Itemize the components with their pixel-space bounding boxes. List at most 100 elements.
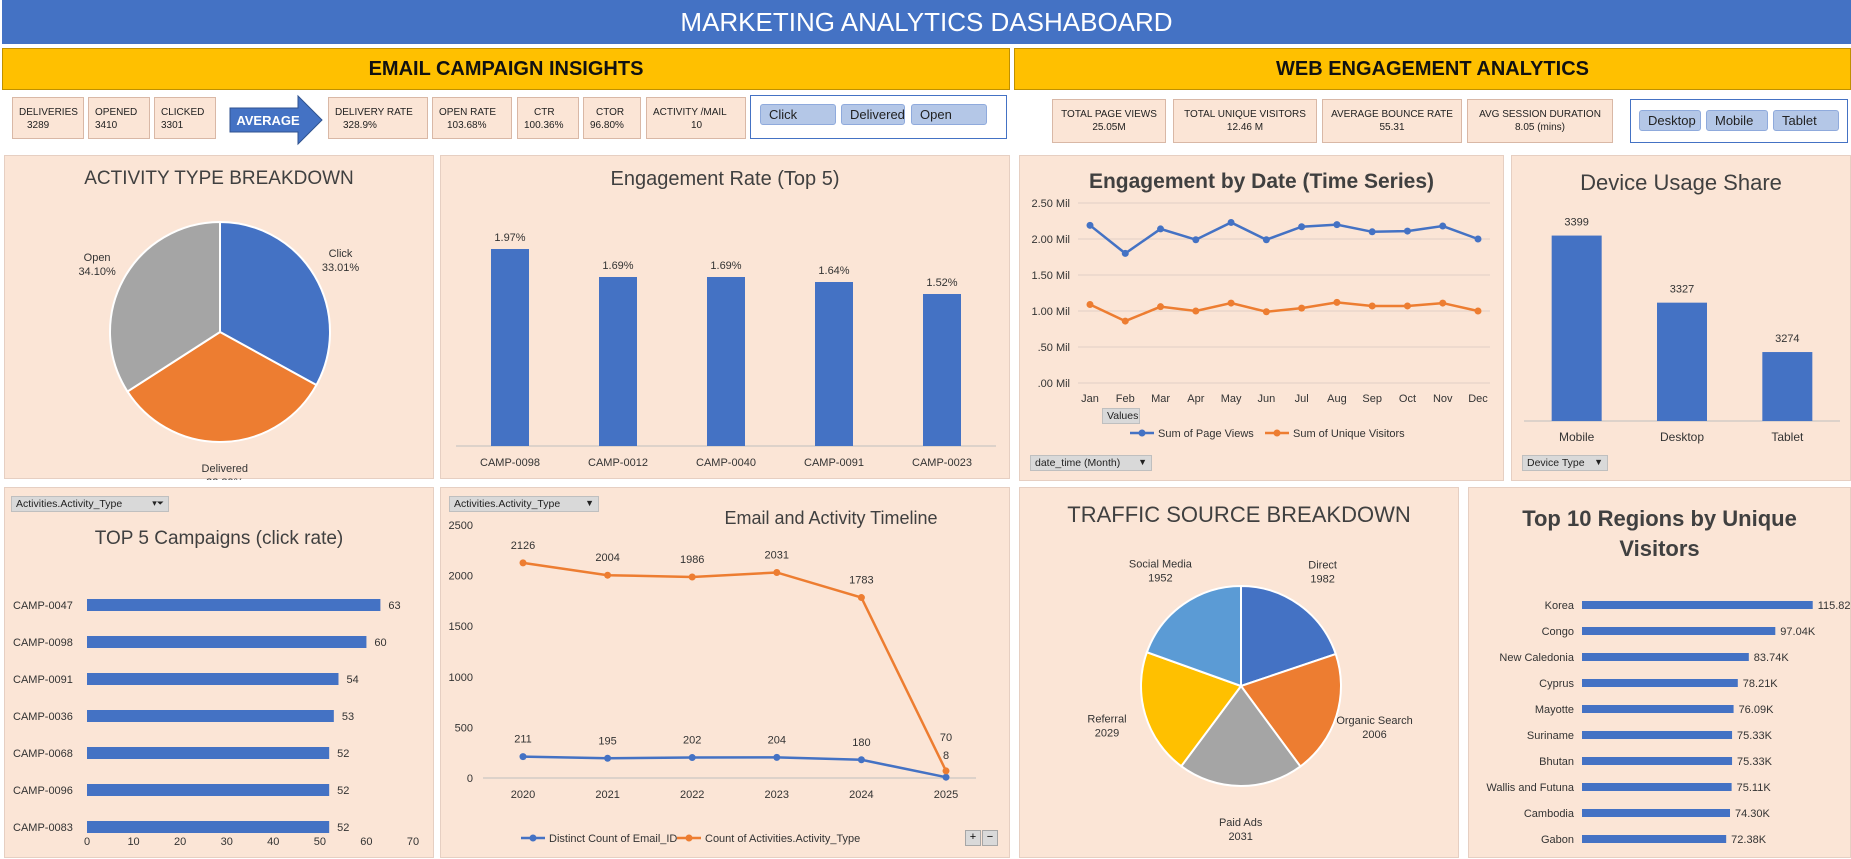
y-tick-label: 500 bbox=[455, 722, 473, 734]
average-label: AVERAGE bbox=[236, 113, 300, 128]
y-tick-label: Congo bbox=[1542, 626, 1574, 638]
bar-desktop bbox=[1657, 302, 1707, 421]
bar-camp-0091 bbox=[815, 282, 853, 446]
data-point bbox=[942, 773, 950, 781]
traffic-source-panel: TRAFFIC SOURCE BREAKDOWN Direct 1982 Organ… bbox=[1019, 487, 1459, 858]
bar-camp-0098 bbox=[87, 636, 367, 648]
y-tick-label: CAMP-0091 bbox=[13, 674, 73, 686]
bar-cyprus bbox=[1582, 679, 1738, 687]
pie-value-social-media: 1952 bbox=[1148, 573, 1172, 585]
average-arrow: AVERAGE bbox=[229, 94, 323, 146]
x-tick-label: Feb bbox=[1116, 393, 1135, 405]
pie-value-open: 34.10% bbox=[78, 266, 116, 278]
bar-mayotte bbox=[1582, 705, 1734, 713]
kpi-label: DELIVERIES bbox=[19, 107, 78, 118]
pie-label-social-media: Social Media bbox=[1129, 559, 1193, 571]
bar-camp-0012 bbox=[599, 277, 637, 446]
device-usage-panel: Device Usage Share 3399 Mobile 3327 Desktop… bbox=[1511, 155, 1851, 481]
data-point bbox=[773, 568, 781, 576]
date-time-filter[interactable]: date_time (Month) ▼ bbox=[1030, 455, 1152, 471]
data-point bbox=[1333, 298, 1341, 306]
data-point bbox=[604, 571, 612, 579]
data-label: 52 bbox=[337, 822, 349, 834]
y-tick-label: 2500 bbox=[449, 520, 473, 532]
bar-camp-0091 bbox=[87, 673, 339, 685]
kpi-value: 3289 bbox=[27, 120, 50, 131]
data-point bbox=[1333, 221, 1341, 229]
pie-value-organic-search: 2006 bbox=[1362, 729, 1386, 741]
collapse-icon[interactable]: − bbox=[982, 830, 998, 846]
data-point bbox=[1157, 303, 1165, 311]
dropdown-arrow-icon: ▼ bbox=[1594, 457, 1603, 467]
slicer-open-button[interactable]: Open bbox=[911, 104, 987, 125]
x-tick-label: Jan bbox=[1081, 393, 1099, 405]
bar-new-caledonia bbox=[1582, 653, 1749, 661]
kpi-label: CTR bbox=[534, 107, 555, 118]
slicer-tablet-button[interactable]: Tablet bbox=[1773, 110, 1839, 131]
data-label: 52 bbox=[337, 748, 349, 760]
data-label: 1.69% bbox=[710, 260, 741, 272]
kpi-clicked: CLICKED 3301 bbox=[154, 97, 216, 139]
x-tick-label: Dec bbox=[1468, 393, 1488, 405]
x-tick-label: CAMP-0023 bbox=[912, 457, 972, 469]
x-tick-label: Nov bbox=[1433, 393, 1453, 405]
legend-marker bbox=[1138, 429, 1146, 437]
y-tick-label: CAMP-0096 bbox=[13, 785, 73, 797]
y-tick-label: 1500 bbox=[449, 621, 473, 633]
kpi-average-bounce-rate: AVERAGE BOUNCE RATE 55.31 bbox=[1322, 99, 1462, 143]
dropdown-arrow-icon: ▼ bbox=[1138, 457, 1147, 467]
data-point bbox=[1262, 308, 1270, 316]
pie-value-referral: 2029 bbox=[1095, 727, 1119, 739]
data-point bbox=[1227, 218, 1235, 226]
x-tick-label: Apr bbox=[1187, 393, 1204, 405]
x-tick-label: 20 bbox=[174, 836, 186, 848]
kpi-label: AVG SESSION DURATION bbox=[1479, 109, 1601, 120]
data-point bbox=[1368, 228, 1376, 236]
filter-label: Device Type bbox=[1527, 457, 1585, 469]
legend-marker bbox=[685, 834, 693, 842]
y-tick-label: 0 bbox=[467, 773, 473, 785]
data-point bbox=[773, 753, 781, 761]
bar-camp-0068 bbox=[87, 747, 330, 759]
data-label: 78.21K bbox=[1743, 678, 1779, 690]
data-point bbox=[1157, 225, 1165, 233]
bar-camp-0096 bbox=[87, 784, 330, 796]
top10-regions-bar-chart: Korea 115.82K Congo 97.04K New Caledonia 83.7… bbox=[1486, 600, 1851, 846]
slicer-click-button[interactable]: Click bbox=[760, 104, 836, 125]
pie-label-paid-ads: Paid Ads bbox=[1219, 817, 1263, 829]
data-point bbox=[1403, 302, 1411, 310]
device-type-filter[interactable]: Device Type ▼ bbox=[1522, 455, 1608, 471]
kpi-value: 55.31 bbox=[1379, 122, 1405, 133]
x-tick-label: 50 bbox=[314, 836, 326, 848]
data-point bbox=[1262, 236, 1270, 244]
legend-label: Distinct Count of Email_ID bbox=[549, 833, 677, 845]
y-tick-label: Korea bbox=[1545, 600, 1575, 612]
kpi-value: 103.68% bbox=[447, 120, 487, 131]
kpi-open-rate: OPEN RATE 103.68% bbox=[432, 97, 512, 139]
x-tick-label: 0 bbox=[84, 836, 90, 848]
expand-icon[interactable]: + bbox=[965, 830, 981, 846]
pie-value-paid-ads: 2031 bbox=[1228, 831, 1252, 843]
y-tick-label: CAMP-0098 bbox=[13, 637, 73, 649]
data-point bbox=[1086, 301, 1094, 309]
data-label: 72.38K bbox=[1731, 834, 1767, 846]
data-label: 3399 bbox=[1564, 217, 1588, 229]
data-point bbox=[1121, 249, 1129, 257]
slicer-delivered-button[interactable]: Delivered bbox=[841, 104, 905, 125]
legend-marker bbox=[1273, 429, 1281, 437]
y-tick-label: 2.00 Mil bbox=[1031, 234, 1070, 246]
series-line-distinct-count-of-email-id bbox=[522, 755, 947, 779]
kpi-label: OPENED bbox=[95, 107, 138, 118]
data-point bbox=[1439, 222, 1447, 230]
kpi-value: 100.36% bbox=[524, 120, 564, 131]
engagement-by-date-line-chart: .00 Mil .50 Mil 1.00 Mil 1.50 Mil 2.00 Mil 2.… bbox=[1031, 198, 1490, 440]
kpi-value: 96.80% bbox=[590, 120, 624, 131]
x-tick-label: Sep bbox=[1362, 393, 1382, 405]
y-tick-label: New Caledonia bbox=[1499, 652, 1574, 664]
slicer-desktop-button[interactable]: Desktop bbox=[1639, 110, 1701, 131]
kpi-deliveries: DELIVERIES 3289 bbox=[12, 97, 84, 139]
data-point bbox=[1121, 317, 1129, 325]
kpi-value: 328.9% bbox=[343, 120, 377, 131]
kpi-value: 3410 bbox=[95, 120, 118, 131]
slicer-mobile-button[interactable]: Mobile bbox=[1706, 110, 1768, 131]
